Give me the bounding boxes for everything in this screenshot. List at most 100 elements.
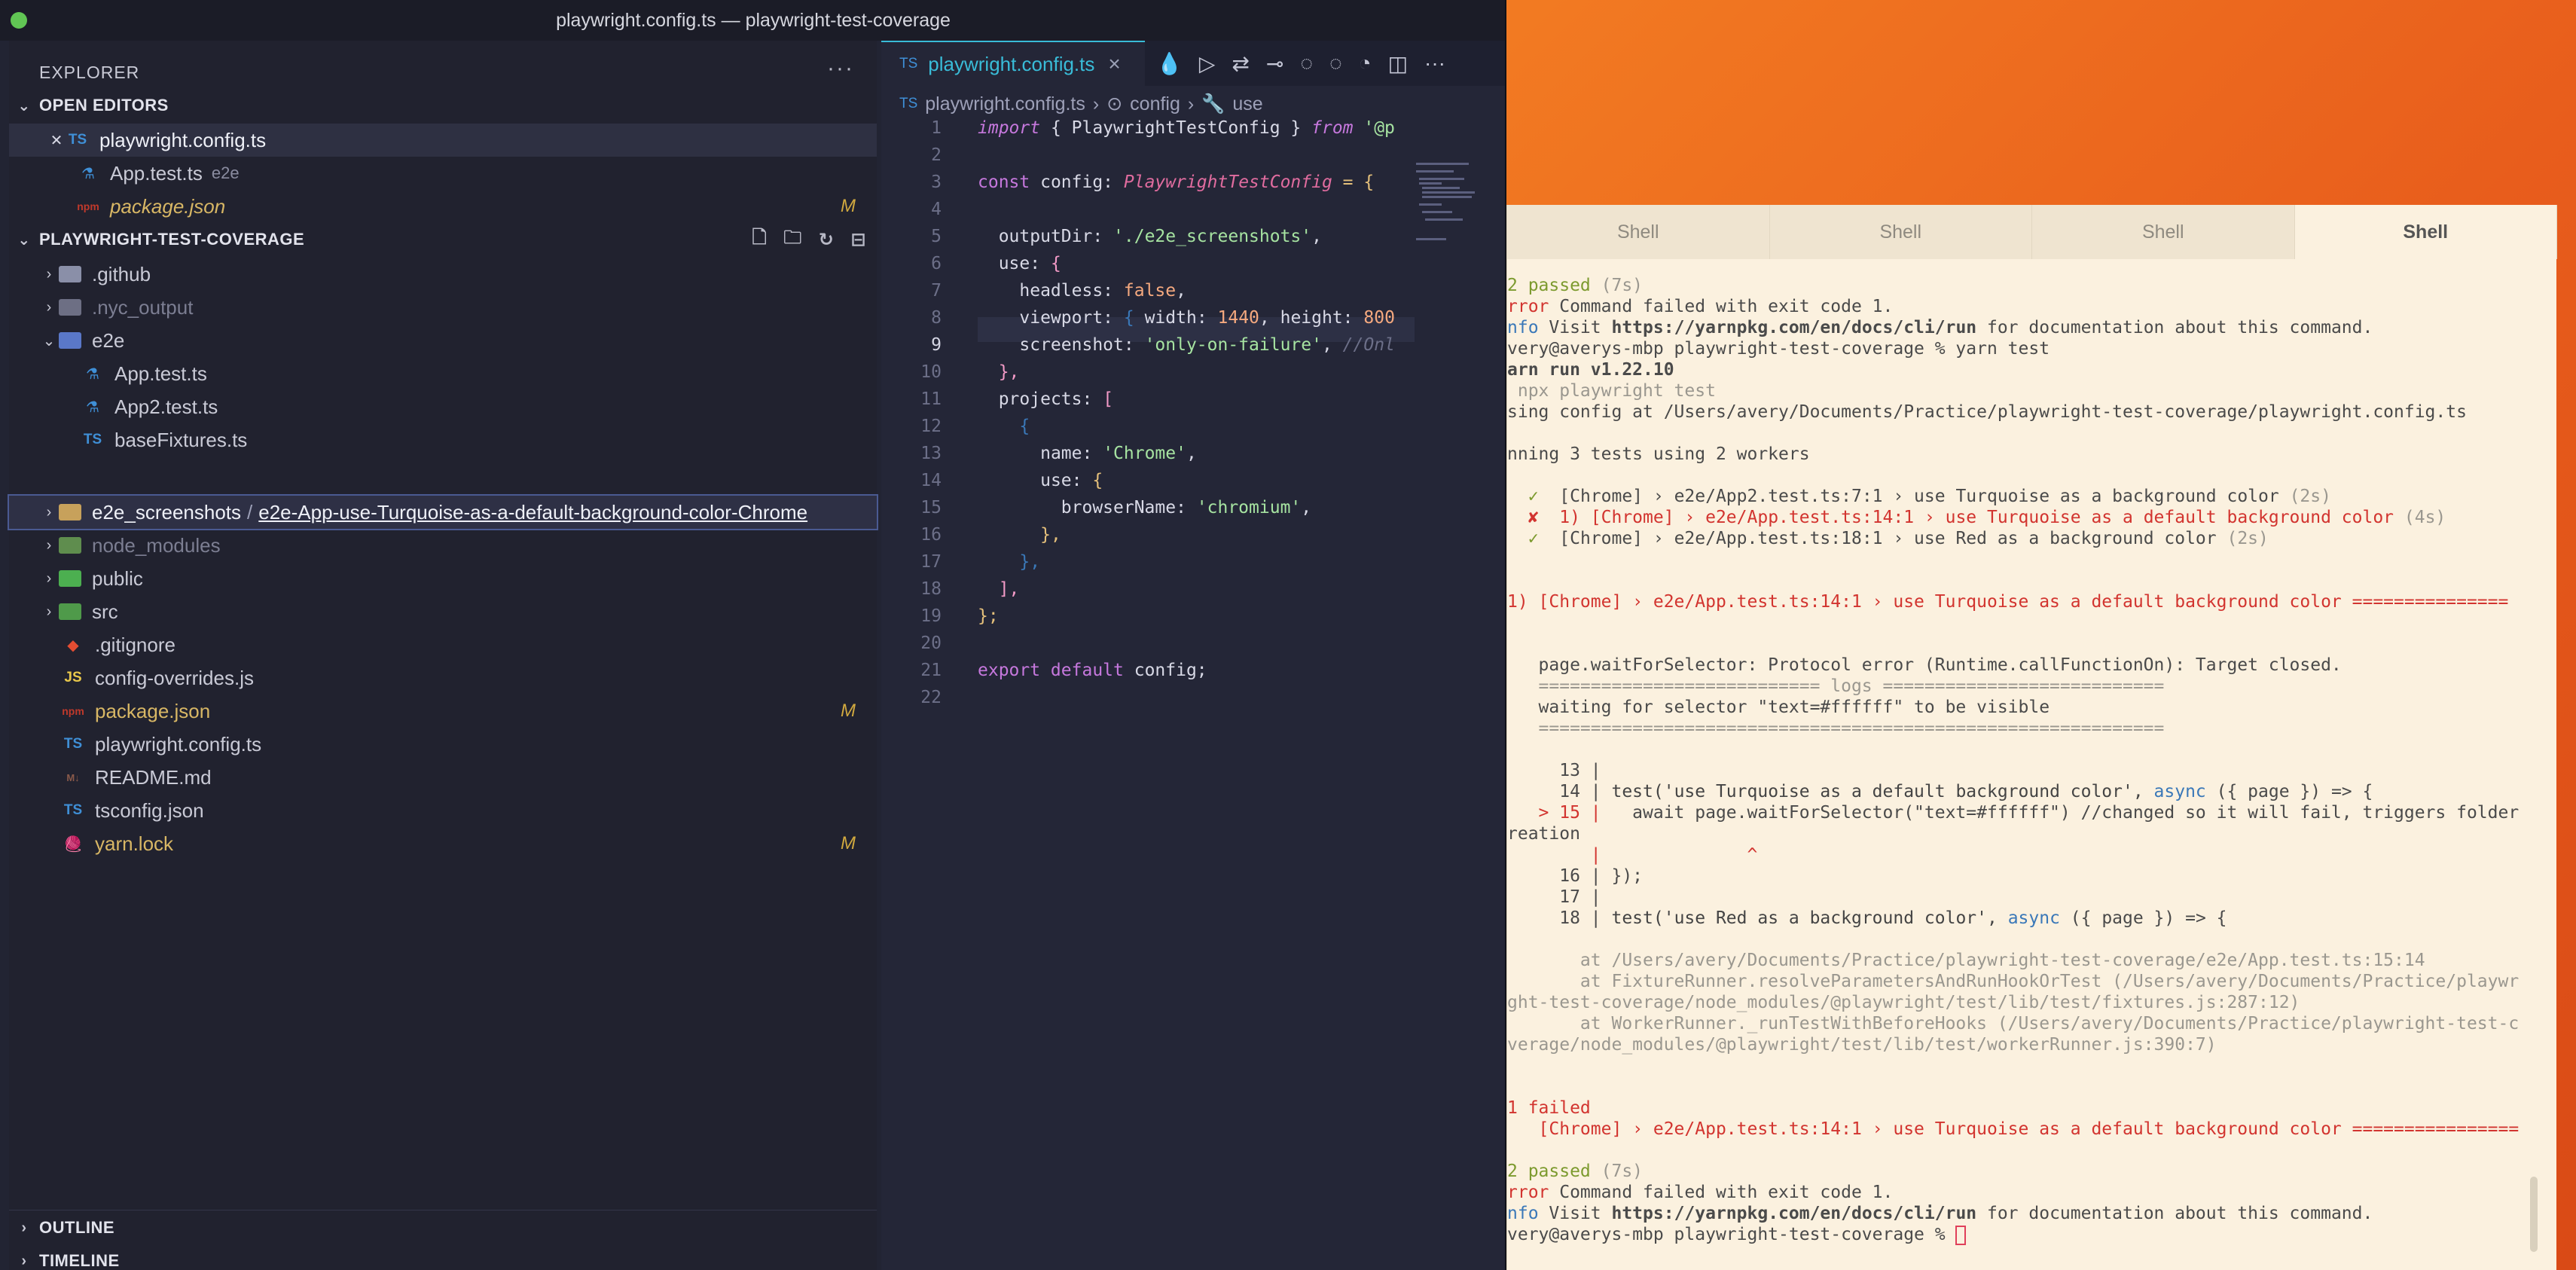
next-change-icon[interactable]: ◌ [1329, 51, 1342, 75]
chevron-right-icon: › [46, 569, 52, 587]
open-editor-item[interactable]: ✕ TS playwright.config.ts [9, 124, 877, 157]
code-line: }, [998, 362, 1020, 382]
terminal-tab[interactable]: Shell [1770, 205, 2032, 259]
open-editor-item[interactable]: ⚗ App.test.ts e2e [9, 157, 877, 190]
npm-file-icon: npm [77, 200, 99, 212]
split-editor-icon[interactable]: ◫ [1388, 51, 1408, 76]
refresh-icon[interactable]: ↻ [819, 229, 835, 251]
editor-pane: TS playwright.config.ts × 💧 ▷ ⇄ ⊸ ◌ ◌ ◔ … [881, 41, 1506, 1270]
tree-item-github[interactable]: › .github [9, 258, 877, 291]
compare-changes-icon[interactable]: ⇄ [1232, 51, 1249, 76]
outline-header[interactable]: › OUTLINE [9, 1213, 877, 1243]
droplet-icon[interactable]: 💧 [1156, 51, 1183, 76]
terminal-line: nning 3 tests using 2 workers [1507, 444, 1810, 464]
explorer-title: EXPLORER [39, 62, 140, 82]
line-number: 2 [931, 145, 942, 165]
editor-toolbar: 💧 ▷ ⇄ ⊸ ◌ ◌ ◔ ◫ ··· [1156, 41, 1445, 86]
run-icon[interactable]: ▷ [1199, 51, 1216, 76]
tree-item-yarn-lock[interactable]: 🧶 yarn.lock M [9, 827, 877, 860]
previous-change-icon[interactable]: ◌ [1300, 51, 1313, 75]
terminal-line: 14 | test('use Turquoise as a default ba… [1507, 782, 2373, 801]
open-editor-item[interactable]: npm package.json M [9, 190, 877, 223]
terminal-line: ght-test-coverage/node_modules/@playwrig… [1507, 993, 2300, 1012]
javascript-file-icon: JS [64, 670, 82, 685]
breadcrumb-item[interactable]: use [1232, 93, 1262, 115]
tree-item-package-json[interactable]: npm package.json M [9, 695, 877, 728]
line-number: 22 [920, 688, 942, 707]
folder-src-icon [59, 601, 81, 622]
terminal-line: 18 | test('use Red as a background color… [1507, 908, 2227, 928]
chevron-right-icon: › [46, 603, 52, 620]
tree-item-config-overrides[interactable]: JS config-overrides.js [9, 661, 877, 695]
tree-item-public[interactable]: › public [9, 562, 877, 595]
breadcrumb-item[interactable]: config [1130, 93, 1180, 115]
tree-item-e2e[interactable]: ⌄ e2e [9, 324, 877, 357]
terminal-line: rror Command failed with exit code 1. [1507, 1183, 1894, 1202]
tree-item-base-fixtures[interactable]: TS baseFixtures.ts [9, 423, 877, 456]
minimap[interactable] [1409, 90, 1506, 316]
terminal-tab[interactable]: Shell [1507, 205, 1770, 259]
terminal-prompt[interactable]: very@averys-mbp playwright-test-coverage… [1507, 1225, 1967, 1245]
terminal-line: 1 failed [1507, 1098, 1591, 1118]
line-number: 3 [931, 172, 942, 192]
folder-icon [59, 502, 81, 523]
terminal-scrollbar[interactable] [2530, 1177, 2538, 1252]
terminal-line: nfo Visit https://yarnpkg.com/en/docs/cl… [1507, 1204, 2373, 1223]
code-line: }; [978, 606, 999, 626]
line-number: 17 [920, 552, 942, 572]
close-icon[interactable]: ✕ [47, 131, 66, 150]
timeline-icon[interactable]: ◔ [1359, 51, 1372, 75]
open-editors-header[interactable]: ⌄ OPEN EDITORS [9, 90, 877, 121]
more-actions-icon[interactable]: ··· [827, 56, 854, 81]
terminal-line: waiting for selector "text=#ffffff" to b… [1507, 698, 2050, 717]
code-line: outputDir: './e2e_screenshots', [998, 227, 1322, 246]
more-actions-icon[interactable]: ··· [1424, 51, 1445, 75]
chevron-right-icon: › [1187, 93, 1195, 114]
tree-item-playwright-config[interactable]: TS playwright.config.ts [9, 728, 877, 761]
tree-item-nyc-output[interactable]: › .nyc_output [9, 291, 877, 324]
terminal-tab-bar: Shell Shell Shell Shell [1507, 205, 2557, 259]
git-commit-icon[interactable]: ⊸ [1266, 51, 1283, 76]
terminal-line: 2 passed (7s) [1507, 276, 1644, 295]
code-line: const config: PlaywrightTestConfig = { [978, 172, 1375, 192]
vscode-window: playwright.config.ts — playwright-test-c… [0, 0, 1506, 1270]
test-file-icon: ⚗ [86, 398, 99, 416]
tree-item-readme[interactable]: M↓ README.md [9, 761, 877, 794]
terminal-line: at FixtureRunner.resolveParametersAndRun… [1507, 972, 2520, 991]
timeline-header[interactable]: › TIMELINE [9, 1246, 877, 1270]
terminal-line: ✓ [Chrome] › e2e/App.test.ts:18:1 › use … [1507, 529, 2269, 548]
typescript-file-icon: TS [899, 96, 918, 111]
code-line: projects: [ [998, 389, 1114, 409]
compact-folder-child[interactable]: e2e-App-use-Turquoise-as-a-default-backg… [258, 501, 807, 524]
tree-item-app-test[interactable]: ⚗ App.test.ts [9, 357, 877, 390]
tree-item-src[interactable]: › src [9, 595, 877, 628]
collapse-all-icon[interactable]: ⊟ [850, 229, 866, 251]
tree-item-tsconfig[interactable]: TS tsconfig.json [9, 794, 877, 827]
terminal-line: page.waitForSelector: Protocol error (Ru… [1507, 655, 2342, 675]
tab-playwright-config[interactable]: TS playwright.config.ts × [881, 41, 1145, 86]
breadcrumb-item[interactable]: playwright.config.ts [925, 93, 1085, 115]
line-number: 9 [931, 335, 942, 355]
typescript-file-icon: TS [83, 432, 102, 447]
terminal-line: 17 | [1507, 887, 1601, 907]
tsconfig-file-icon: TS [63, 802, 83, 818]
line-number: 15 [920, 498, 942, 517]
terminal-tab[interactable]: Shell [2032, 205, 2295, 259]
line-number: 10 [920, 362, 942, 382]
tree-item-e2e-screenshots[interactable]: › e2e_screenshots / e2e-App-use-Turquois… [8, 494, 878, 530]
tree-item-gitignore[interactable]: ◆ .gitignore [9, 628, 877, 661]
new-folder-icon[interactable]: 🗀 [783, 224, 802, 255]
new-file-icon[interactable]: 🗋 [752, 224, 767, 255]
test-file-icon: ⚗ [81, 165, 95, 182]
tree-item-app2-test[interactable]: ⚗ App2.test.ts [9, 390, 877, 423]
terminal-tab-active[interactable]: Shell [2294, 205, 2557, 259]
text-cursor [1955, 1225, 1967, 1245]
close-tab-icon[interactable]: × [1108, 52, 1120, 76]
folder-test-icon [59, 330, 81, 351]
code-line: }, [1019, 552, 1041, 572]
terminal-window[interactable]: Shell Shell Shell Shell 2 passed (7s) rr… [1506, 205, 2557, 1270]
window-control-button[interactable] [11, 12, 27, 29]
tree-item-node-modules[interactable]: › node_modules [9, 529, 877, 562]
line-number: 21 [920, 661, 942, 680]
project-header[interactable]: ⌄ PLAYWRIGHT-TEST-COVERAGE 🗋 🗀 ↻ ⊟ [9, 224, 877, 255]
